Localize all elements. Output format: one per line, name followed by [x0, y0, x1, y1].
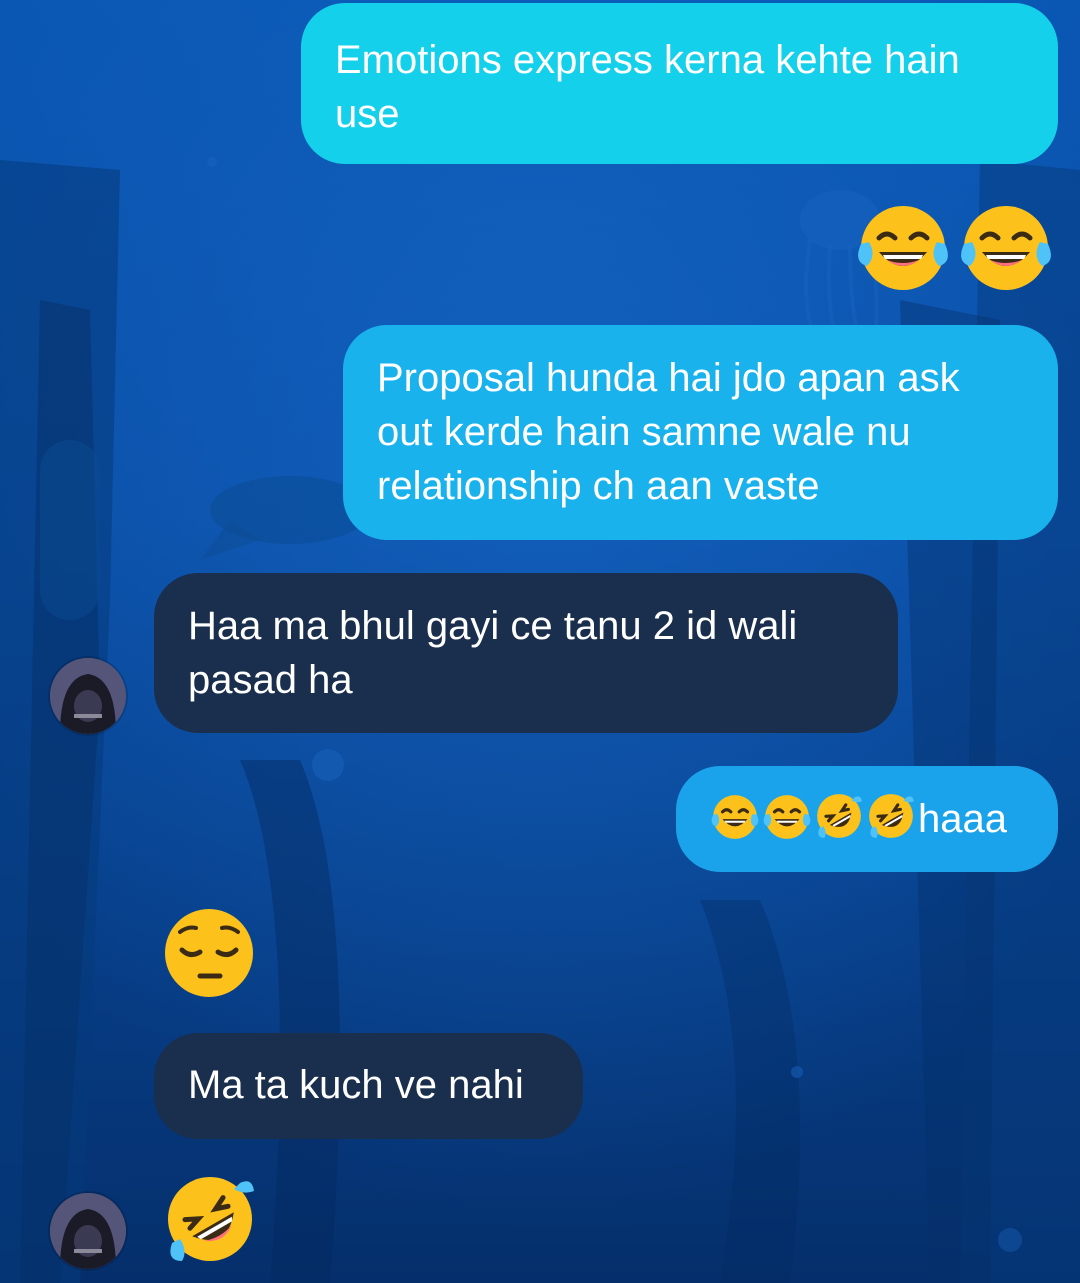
message-text: Proposal hunda hai jdo apan ask out kerd… [377, 356, 960, 508]
message-text: Ma ta kuch ve nahi [188, 1063, 524, 1107]
face-with-tears-of-joy-icon [710, 792, 760, 840]
rolling-on-the-floor-laughing-icon [814, 792, 864, 840]
face-with-tears-of-joy-icon [762, 792, 812, 840]
contact-avatar[interactable] [50, 658, 126, 734]
rolling-on-the-floor-laughing-icon[interactable] [162, 1172, 258, 1266]
received-message-bubble[interactable]: Ma ta kuch ve nahi [154, 1033, 583, 1139]
sent-message-bubble[interactable]: Proposal hunda hai jdo apan ask out kerd… [343, 325, 1058, 540]
message-text: Haa ma bhul gayi ce tanu 2 id wali pasad… [188, 604, 798, 702]
contact-avatar[interactable] [50, 1193, 126, 1269]
message-text: haaa [918, 797, 1007, 841]
face-with-tears-of-joy-icon[interactable] [958, 200, 1054, 292]
sent-message-bubble[interactable]: haaa [676, 766, 1058, 872]
face-with-tears-of-joy-icon[interactable] [855, 200, 951, 292]
pensive-face-icon[interactable] [162, 906, 256, 1000]
message-text: Emotions express kerna kehte hain use [335, 38, 960, 136]
sent-message-bubble[interactable]: Emotions express kerna kehte hain use [301, 3, 1058, 164]
rolling-on-the-floor-laughing-icon [866, 792, 916, 840]
received-message-bubble[interactable]: Haa ma bhul gayi ce tanu 2 id wali pasad… [154, 573, 898, 733]
